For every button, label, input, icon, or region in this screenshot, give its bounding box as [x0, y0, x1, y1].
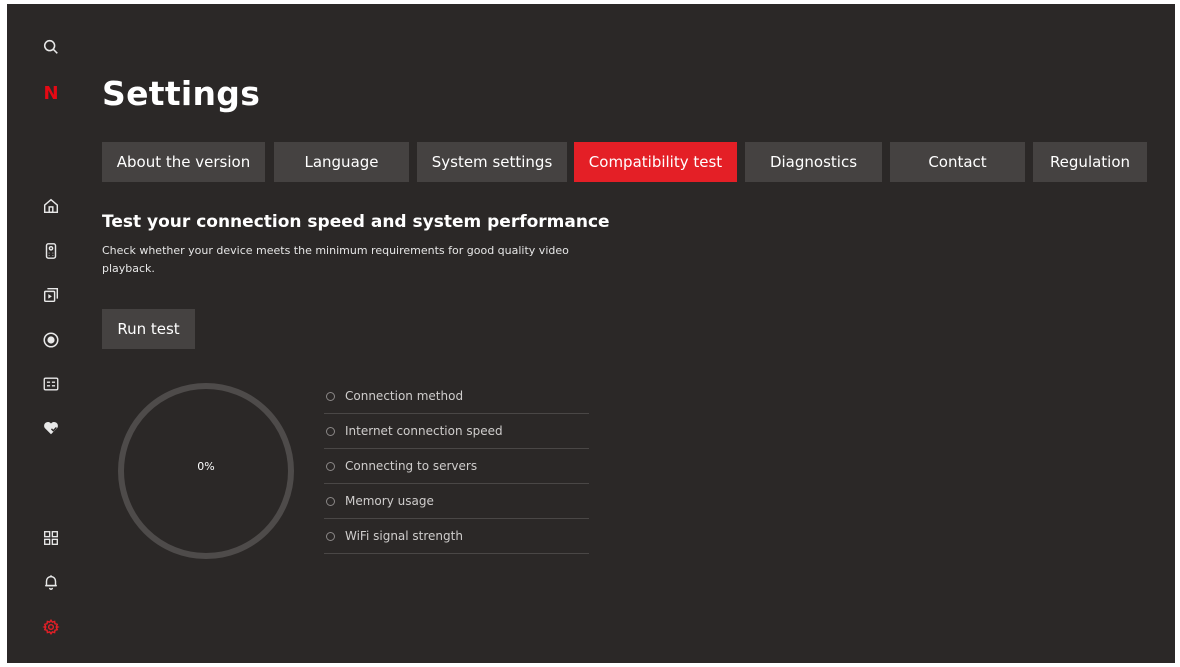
- run-test-button[interactable]: Run test: [102, 309, 195, 349]
- section-heading: Test your connection speed and system pe…: [102, 212, 610, 232]
- status-circle-icon: [326, 461, 335, 471]
- tv-input-icon[interactable]: [41, 285, 61, 305]
- tab-diagnostics[interactable]: Diagnostics: [745, 142, 882, 182]
- status-circle-icon: [326, 531, 335, 541]
- check-item-internet-speed: Internet connection speed: [324, 414, 589, 449]
- status-circle-icon: [326, 391, 335, 401]
- section-description: Check whether your device meets the mini…: [102, 244, 569, 275]
- tab-contact[interactable]: Contact: [890, 142, 1025, 182]
- record-icon[interactable]: [41, 330, 61, 350]
- tab-system-settings[interactable]: System settings: [417, 142, 567, 182]
- netflix-logo[interactable]: N: [43, 84, 59, 104]
- check-list: Connection method Internet connection sp…: [324, 379, 589, 554]
- bell-icon[interactable]: [41, 572, 61, 592]
- apps-icon[interactable]: [41, 528, 61, 548]
- page-title: Settings: [102, 74, 261, 113]
- check-item-label: WiFi signal strength: [345, 529, 463, 543]
- app-frame: N Settings About the version Language Sy…: [7, 4, 1175, 663]
- check-item-label: Internet connection speed: [345, 424, 503, 438]
- tab-about-the-version[interactable]: About the version: [102, 142, 265, 182]
- tab-compatibility-test[interactable]: Compatibility test: [574, 142, 737, 182]
- check-item-memory-usage: Memory usage: [324, 484, 589, 519]
- check-item-label: Connecting to servers: [345, 459, 478, 473]
- search-icon[interactable]: [41, 37, 61, 57]
- favorites-icon[interactable]: [41, 418, 61, 438]
- check-item-connection-method: Connection method: [324, 379, 589, 414]
- check-item-label: Connection method: [345, 389, 464, 403]
- tab-regulation[interactable]: Regulation: [1033, 142, 1147, 182]
- home-icon[interactable]: [41, 196, 61, 216]
- status-circle-icon: [326, 496, 335, 506]
- guide-icon[interactable]: [41, 374, 61, 394]
- progress-percent: 0%: [197, 460, 215, 473]
- status-circle-icon: [326, 426, 335, 436]
- remote-icon[interactable]: [41, 241, 61, 261]
- tab-language[interactable]: Language: [274, 142, 409, 182]
- gear-icon[interactable]: [41, 617, 61, 637]
- sidebar: N: [7, 4, 87, 663]
- check-item-connecting-servers: Connecting to servers: [324, 449, 589, 484]
- check-item-wifi-signal: WiFi signal strength: [324, 519, 589, 554]
- check-item-label: Memory usage: [345, 494, 434, 508]
